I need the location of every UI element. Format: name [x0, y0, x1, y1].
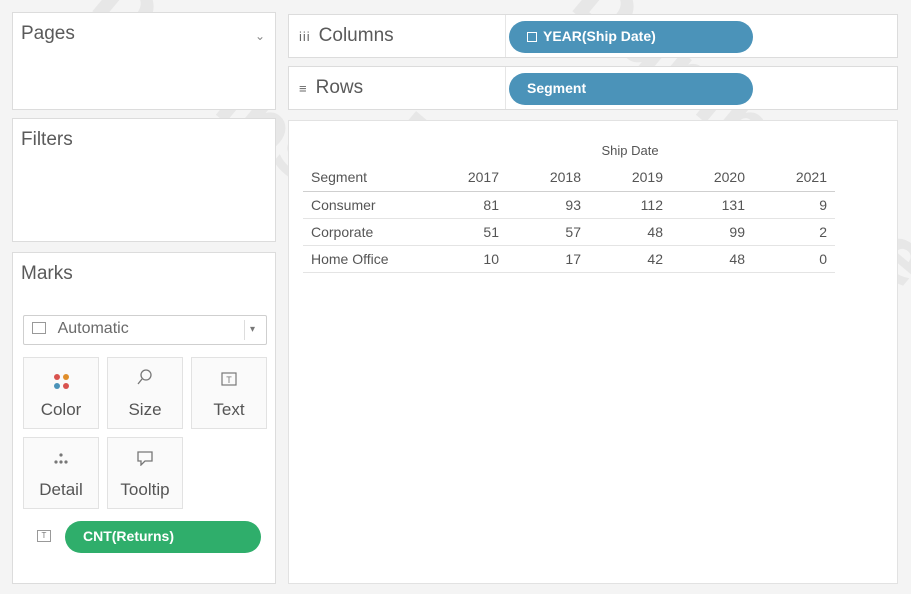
segment-pill[interactable]: Segment	[509, 73, 753, 105]
shelf-divider	[505, 15, 506, 57]
mark-type-value: Automatic	[57, 320, 129, 337]
pages-title: Pages	[21, 23, 75, 44]
column-title: Ship Date	[601, 143, 659, 158]
year-ship-date-pill[interactable]: YEAR(Ship Date)	[509, 21, 753, 53]
table-cell[interactable]: 17	[507, 245, 589, 272]
tooltip-label: Tooltip	[120, 480, 170, 499]
filters-title: Filters	[21, 129, 73, 150]
mark-type-dropdown[interactable]: Automatic ▾	[23, 315, 267, 345]
table-cell[interactable]: 112	[589, 191, 671, 218]
detail-label: Detail	[39, 480, 83, 499]
color-button[interactable]: Color	[23, 357, 99, 429]
columns-shelf[interactable]: iii Columns YEAR(Ship Date)	[288, 14, 898, 58]
segment-label[interactable]: Consumer	[303, 191, 425, 218]
svg-text:T: T	[226, 375, 232, 385]
table-row: Home Office 10 17 42 48 0	[303, 245, 835, 272]
tooltip-icon	[108, 448, 182, 476]
viz-area[interactable]: Ship Date Segment 2017 2018 2019 2020 20…	[288, 120, 898, 584]
table-cell[interactable]: 48	[589, 218, 671, 245]
year-header[interactable]: 2019	[589, 164, 671, 192]
year-header[interactable]: 2021	[753, 164, 835, 192]
pages-card[interactable]: Pages ⌄	[12, 12, 276, 110]
table-row: Consumer 81 93 112 131 9	[303, 191, 835, 218]
columns-label: iii Columns	[299, 25, 394, 46]
table-cell[interactable]: 81	[425, 191, 507, 218]
tooltip-button[interactable]: Tooltip	[107, 437, 183, 509]
table-cell[interactable]: 10	[425, 245, 507, 272]
table-cell[interactable]: 42	[589, 245, 671, 272]
automatic-mark-icon	[32, 322, 46, 334]
rows-icon: ≡	[299, 81, 308, 96]
table-cell[interactable]: 131	[671, 191, 753, 218]
segment-label[interactable]: Corporate	[303, 218, 425, 245]
row-header: Segment	[303, 164, 425, 192]
rows-label: ≡ Rows	[299, 77, 364, 98]
detail-icon	[24, 448, 98, 476]
marks-card: Marks Automatic ▾ Color Size T Text Deta…	[12, 252, 276, 584]
text-label: Text	[213, 400, 245, 419]
size-button[interactable]: Size	[107, 357, 183, 429]
table-cell[interactable]: 2	[753, 218, 835, 245]
calendar-icon	[527, 32, 537, 42]
year-header[interactable]: 2018	[507, 164, 589, 192]
columns-icon: iii	[299, 29, 311, 44]
rows-shelf[interactable]: ≡ Rows Segment	[288, 66, 898, 110]
table-cell[interactable]: 0	[753, 245, 835, 272]
year-header[interactable]: 2017	[425, 164, 507, 192]
table-cell[interactable]: 99	[671, 218, 753, 245]
shelf-divider	[505, 67, 506, 109]
chevron-down-icon[interactable]: ⌄	[255, 29, 265, 43]
color-dots-icon	[24, 368, 98, 396]
table-cell[interactable]: 48	[671, 245, 753, 272]
color-label: Color	[40, 400, 82, 419]
size-label: Size	[128, 400, 162, 419]
header-row: Segment 2017 2018 2019 2020 2021	[303, 164, 835, 192]
table-cell[interactable]: 9	[753, 191, 835, 218]
year-header[interactable]: 2020	[671, 164, 753, 192]
cnt-returns-pill[interactable]: CNT(Returns)	[65, 521, 261, 553]
size-icon	[108, 368, 182, 396]
table-cell[interactable]: 51	[425, 218, 507, 245]
marks-field-row: T CNT(Returns)	[31, 521, 267, 553]
chevron-down-icon[interactable]: ▾	[244, 320, 260, 340]
table-cell[interactable]: 93	[507, 191, 589, 218]
table-cell[interactable]: 57	[507, 218, 589, 245]
text-icon: T	[192, 368, 266, 396]
marks-title: Marks	[21, 263, 73, 284]
table-row: Corporate 51 57 48 99 2	[303, 218, 835, 245]
text-button[interactable]: T Text	[191, 357, 267, 429]
text-icon[interactable]: T	[37, 530, 51, 542]
detail-button[interactable]: Detail	[23, 437, 99, 509]
crosstab: Ship Date Segment 2017 2018 2019 2020 20…	[303, 137, 835, 273]
segment-label[interactable]: Home Office	[303, 245, 425, 272]
filters-card[interactable]: Filters	[12, 118, 276, 242]
